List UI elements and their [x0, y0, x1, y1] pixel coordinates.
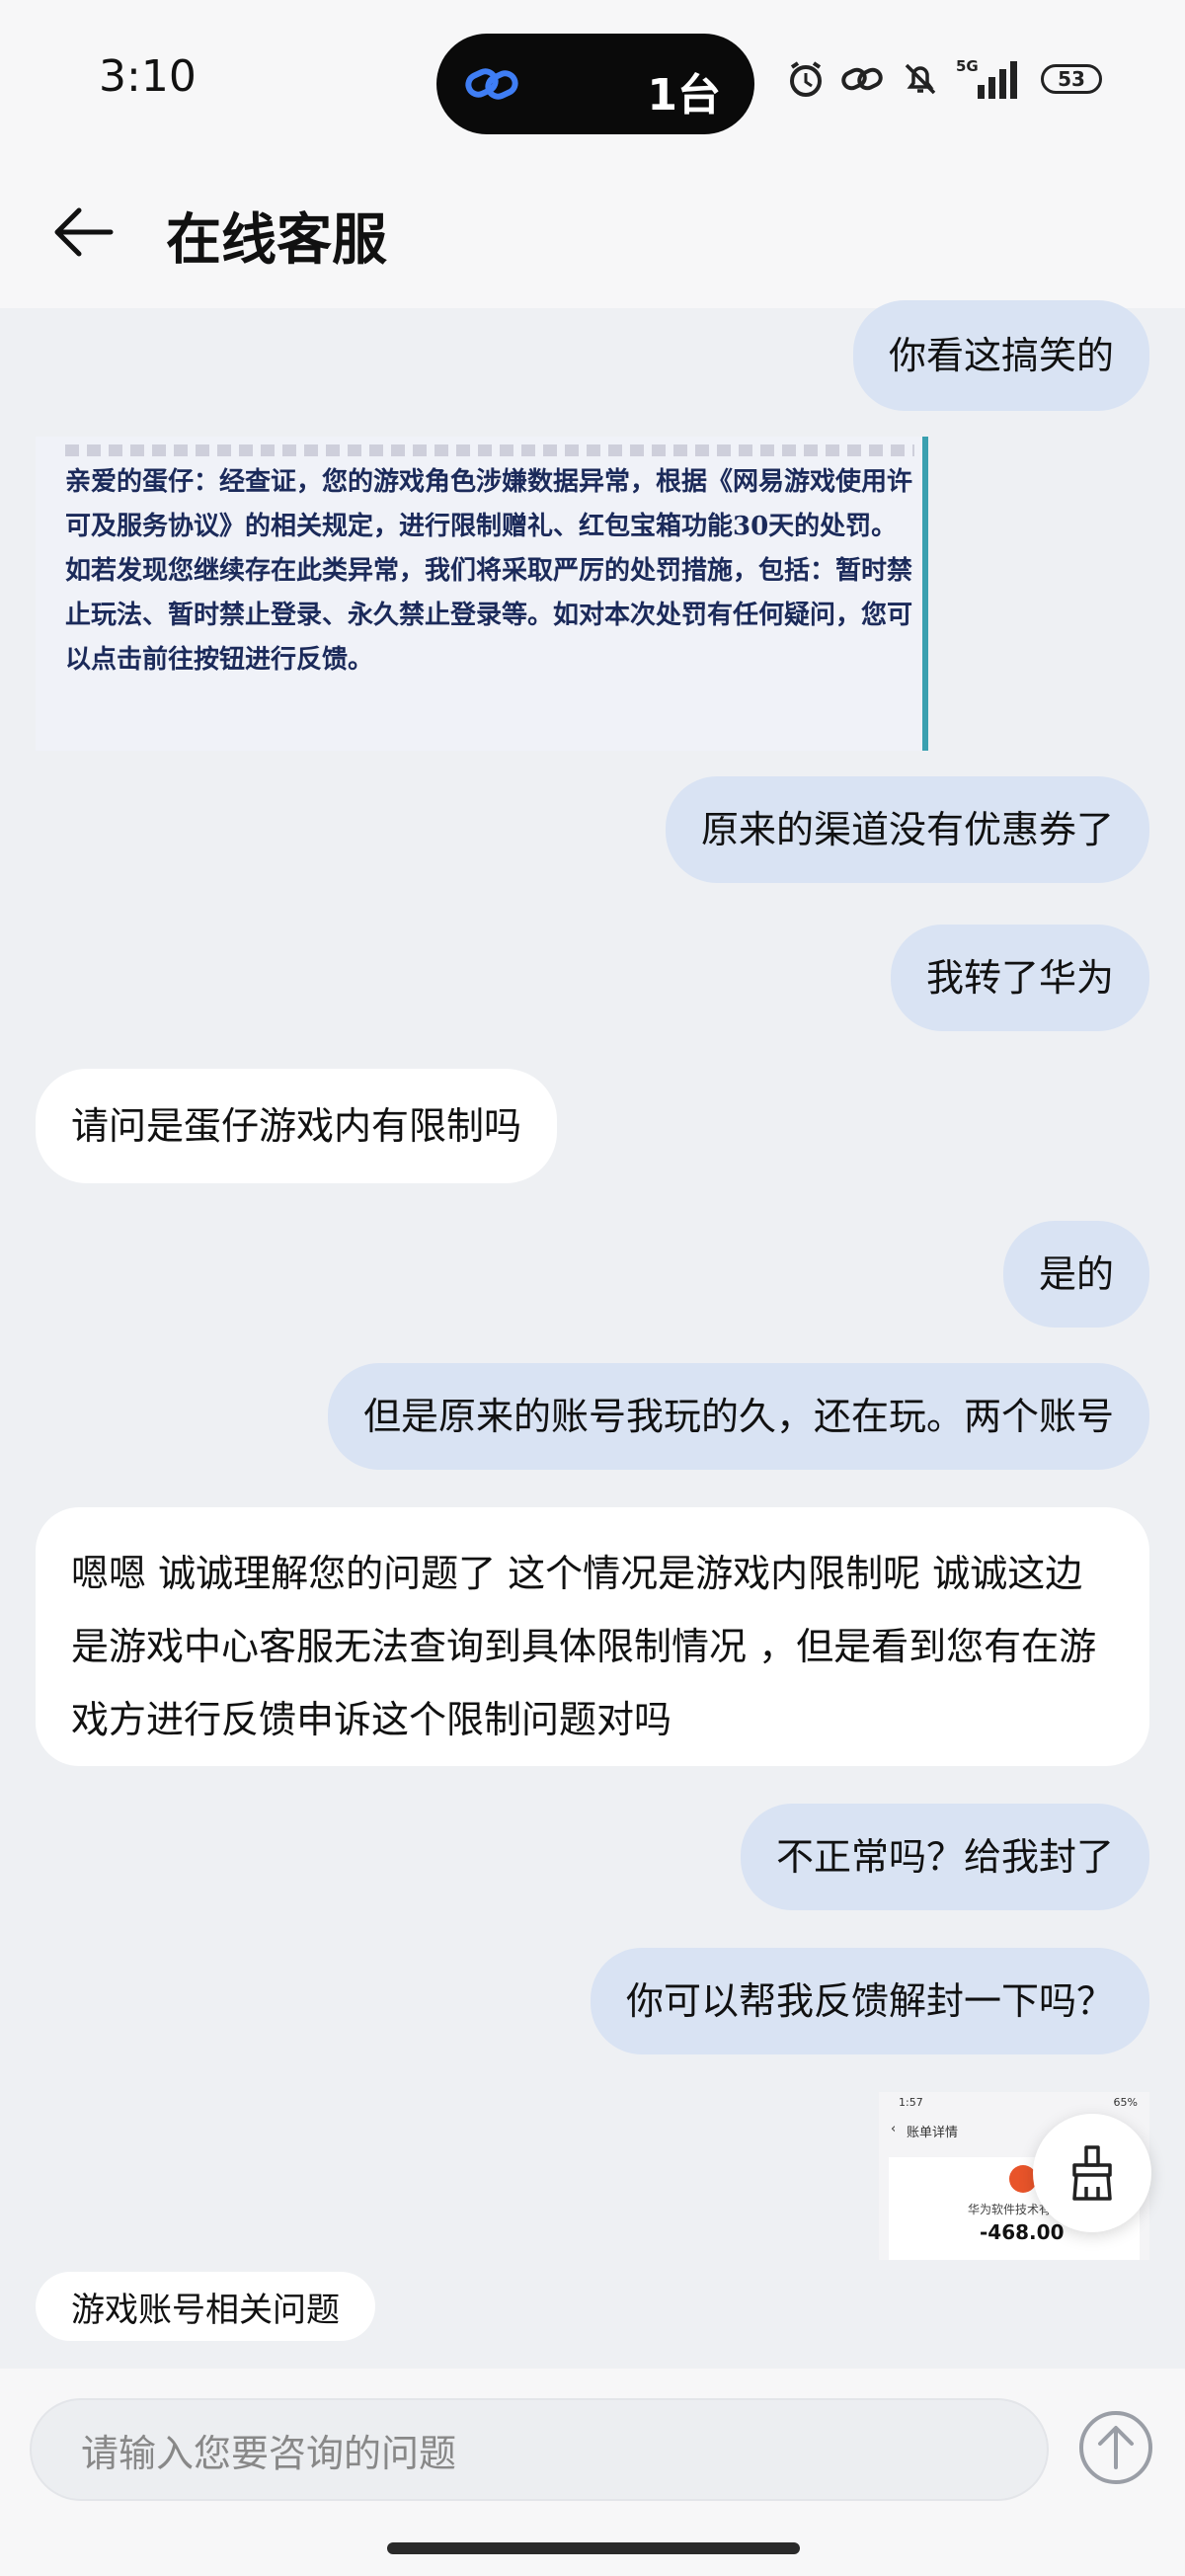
- image-message-text: 亲爱的蛋仔：经查证，您的游戏角色涉嫌数据异常，根据《网易游戏使用许可及服务协议》…: [65, 467, 913, 675]
- thumb-back-icon: ‹: [891, 2122, 897, 2136]
- status-icons: 5G 53: [786, 49, 1102, 109]
- thumb-amount: -468.00: [980, 2220, 1065, 2244]
- message-out[interactable]: 是的: [1002, 1221, 1149, 1328]
- bell-muted-icon: [905, 63, 936, 95]
- link-status-icon: [841, 67, 883, 91]
- svg-text:5G: 5G: [956, 57, 979, 75]
- quick-question-chip[interactable]: 游戏账号相关问题: [36, 2272, 375, 2341]
- alarm-icon: [790, 61, 822, 97]
- arrow-up-circle-icon[interactable]: [1076, 2408, 1155, 2487]
- message-out[interactable]: 不正常吗？给我封了: [740, 1804, 1149, 1910]
- status-bar: 3:10 1台 5G 53: [0, 0, 1185, 158]
- message-in[interactable]: 嗯嗯 诚诚理解您的问题了 这个情况是游戏内限制呢 诚诚这边是游戏中心客服无法查询…: [36, 1507, 1149, 1766]
- thumb-status-battery: 65%: [1113, 2096, 1138, 2109]
- message-in[interactable]: 请问是蛋仔游戏内有限制吗: [36, 1069, 558, 1183]
- message-input[interactable]: 请输入您要咨询的问题: [30, 2398, 1049, 2501]
- input-bar: 请输入您要咨询的问题: [0, 2369, 1185, 2576]
- link-icon: [465, 68, 518, 100]
- thumb-title: 账单详情: [907, 2126, 959, 2140]
- page-title: 在线客服: [166, 208, 387, 273]
- home-indicator: [387, 2542, 800, 2554]
- signal-5g-icon: 5G: [956, 57, 1017, 99]
- image-message[interactable]: 亲爱的蛋仔：经查证，您的游戏角色涉嫌数据异常，根据《网易游戏使用许可及服务协议》…: [36, 437, 928, 751]
- message-out[interactable]: 但是原来的账号我玩的久，还在玩。两个账号: [327, 1363, 1149, 1470]
- header: 在线客服: [0, 158, 1185, 308]
- arrow-left-icon[interactable]: [49, 198, 118, 267]
- message-out[interactable]: 我转了华为: [890, 925, 1149, 1031]
- chat-area[interactable]: 你看这搞笑的 亲爱的蛋仔：经查证，您的游戏角色涉嫌数据异常，根据《网易游戏使用许…: [0, 300, 1185, 2363]
- message-out[interactable]: 你看这搞笑的: [852, 300, 1149, 411]
- status-time: 3:10: [99, 51, 197, 102]
- message-out[interactable]: 你可以帮我反馈解封一下吗？: [590, 1948, 1149, 2054]
- clear-chat-button[interactable]: [1033, 2114, 1151, 2232]
- island-text: 1台: [647, 70, 721, 121]
- image-header-strip: [65, 444, 914, 456]
- broom-icon: [1072, 2145, 1112, 2201]
- dynamic-island[interactable]: 1台: [436, 34, 754, 134]
- battery-icon: 53: [1041, 64, 1102, 94]
- thumb-status-time: 1:57: [899, 2096, 923, 2109]
- message-out[interactable]: 原来的渠道没有优惠券了: [665, 776, 1149, 883]
